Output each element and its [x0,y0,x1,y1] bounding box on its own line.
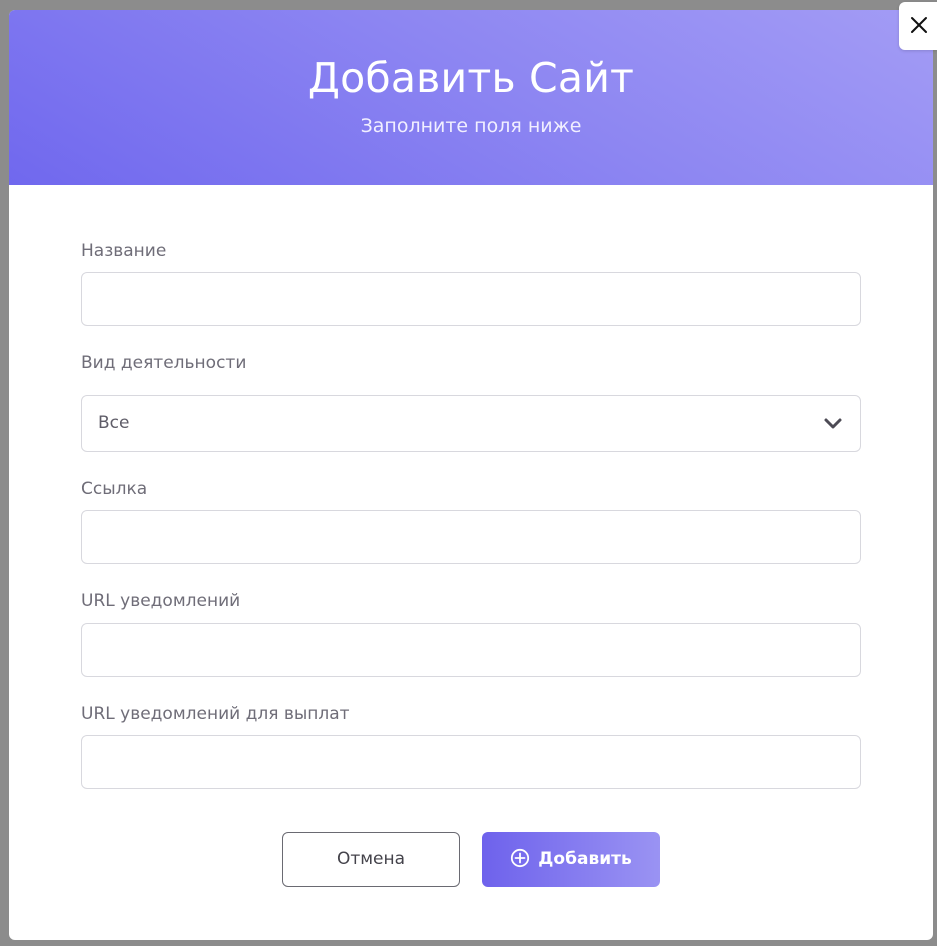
modal-subtitle: Заполните поля ниже [360,115,582,137]
modal-header: Добавить Сайт Заполните поля ниже [9,10,933,185]
close-icon [911,17,927,33]
chevron-down-icon [823,415,843,433]
payout-notify-url-field[interactable] [81,735,861,789]
modal-title: Добавить Сайт [307,54,635,102]
activity-select-value: Все [98,413,130,433]
activity-label: Вид деятельности [81,353,247,373]
plus-circle-icon [510,836,530,868]
add-button-label: Добавить [538,849,632,869]
name-label: Название [81,241,167,261]
modal-actions: Отмена Добавить [282,832,662,888]
add-site-modal: Добавить Сайт Заполните поля ниже Назван… [9,10,933,940]
name-field[interactable] [81,272,861,326]
cancel-button[interactable]: Отмена [282,832,460,887]
link-label: Ссылка [81,479,148,499]
payout-notify-url-label: URL уведомлений для выплат [81,704,350,724]
close-button[interactable] [899,2,937,50]
notify-url-label: URL уведомлений [81,591,241,611]
link-field[interactable] [81,510,861,564]
activity-select[interactable]: Все [81,395,861,452]
notify-url-field[interactable] [81,623,861,677]
add-button[interactable]: Добавить [482,832,660,887]
